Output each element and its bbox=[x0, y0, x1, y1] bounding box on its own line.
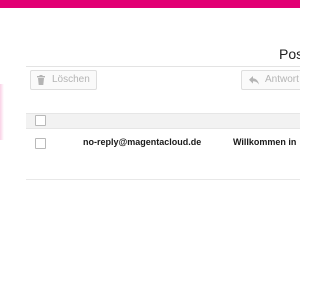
select-all-checkbox[interactable] bbox=[35, 115, 46, 126]
message-sender[interactable]: no-reply@magentacloud.de bbox=[83, 137, 201, 147]
reply-button[interactable]: Antwort bbox=[241, 70, 300, 90]
message-row-divider bbox=[26, 179, 300, 180]
brand-top-bar bbox=[0, 0, 300, 8]
message-row-checkbox[interactable] bbox=[35, 138, 46, 149]
sidebar-edge-accent bbox=[0, 84, 4, 140]
message-list-header bbox=[26, 113, 300, 129]
trash-icon bbox=[37, 75, 45, 85]
message-subject[interactable]: Willkommen in bbox=[233, 137, 296, 147]
reply-button-label: Antwort bbox=[265, 74, 299, 85]
reply-icon bbox=[249, 75, 259, 85]
page-title: Pos bbox=[279, 46, 300, 62]
delete-button-label: Löschen bbox=[52, 74, 90, 85]
toolbar-divider bbox=[26, 66, 300, 67]
mail-client-page: Pos Löschen Antwort no-reply@magentaclou… bbox=[0, 0, 300, 300]
delete-button[interactable]: Löschen bbox=[30, 70, 97, 90]
